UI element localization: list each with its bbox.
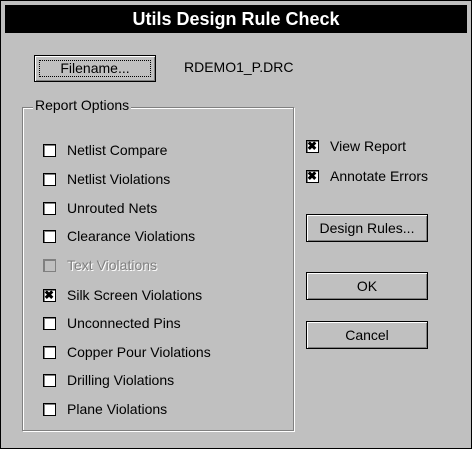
checkbox-box[interactable] xyxy=(306,168,319,184)
checkbox-unconnected-pins[interactable]: Unconnected Pins xyxy=(43,313,181,333)
dialog-title: Utils Design Rule Check xyxy=(5,5,467,33)
filename-value: RDEMO1_P.DRC xyxy=(184,59,294,75)
checkbox-box xyxy=(43,258,56,272)
checkbox-box[interactable] xyxy=(43,201,56,215)
checkbox-label: Copper Pour Violations xyxy=(67,344,211,360)
checkbox-label: Unconnected Pins xyxy=(67,315,181,331)
checkbox-box[interactable] xyxy=(43,229,56,243)
checkbox-netlist-violations[interactable]: Netlist Violations xyxy=(43,169,170,189)
checkbox-box[interactable] xyxy=(43,143,56,157)
checkbox-label: Drilling Violations xyxy=(67,372,175,388)
checkbox-unrouted-nets[interactable]: Unrouted Nets xyxy=(43,198,157,218)
checkbox-box[interactable] xyxy=(43,287,56,303)
dialog-window: Utils Design Rule Check Filename... RDEM… xyxy=(0,0,472,449)
checkbox-box[interactable] xyxy=(43,345,56,359)
checkbox-silk-screen-violations[interactable]: Silk Screen Violations xyxy=(43,285,202,305)
checkbox-text-violations: Text Violations xyxy=(43,255,157,275)
checkbox-plane-violations[interactable]: Plane Violations xyxy=(43,399,167,419)
checkbox-annotate-errors[interactable]: Annotate Errors xyxy=(306,166,428,186)
checkbox-clearance-violations[interactable]: Clearance Violations xyxy=(43,226,195,246)
checkbox-label: Silk Screen Violations xyxy=(67,287,203,303)
cancel-button[interactable]: Cancel xyxy=(306,321,428,349)
checkbox-label: Netlist Compare xyxy=(67,142,168,158)
checkbox-netlist-compare[interactable]: Netlist Compare xyxy=(43,140,167,160)
ok-button[interactable]: OK xyxy=(306,272,428,300)
design-rules-button[interactable]: Design Rules... xyxy=(306,214,428,242)
checkbox-label: Unrouted Nets xyxy=(67,200,158,216)
checkbox-box[interactable] xyxy=(43,316,56,330)
checkbox-label: Text Violations xyxy=(67,257,158,273)
checkbox-drilling-violations[interactable]: Drilling Violations xyxy=(43,370,174,390)
checkbox-label: Annotate Errors xyxy=(330,168,429,184)
checkbox-copper-pour-violations[interactable]: Copper Pour Violations xyxy=(43,342,211,362)
filename-button[interactable]: Filename... xyxy=(34,55,156,82)
report-options-title: Report Options xyxy=(33,97,132,113)
checkbox-label: Plane Violations xyxy=(67,401,168,417)
checkbox-box[interactable] xyxy=(43,402,56,416)
checkbox-label: Clearance Violations xyxy=(67,228,196,244)
checkbox-box[interactable] xyxy=(43,172,56,186)
checkbox-box[interactable] xyxy=(306,138,319,154)
filename-button-label: Filename... xyxy=(35,56,155,81)
checkbox-label: Netlist Violations xyxy=(67,171,171,187)
checkbox-label: View Report xyxy=(330,138,407,154)
checkbox-view-report[interactable]: View Report xyxy=(306,136,406,156)
checkbox-box[interactable] xyxy=(43,373,56,387)
